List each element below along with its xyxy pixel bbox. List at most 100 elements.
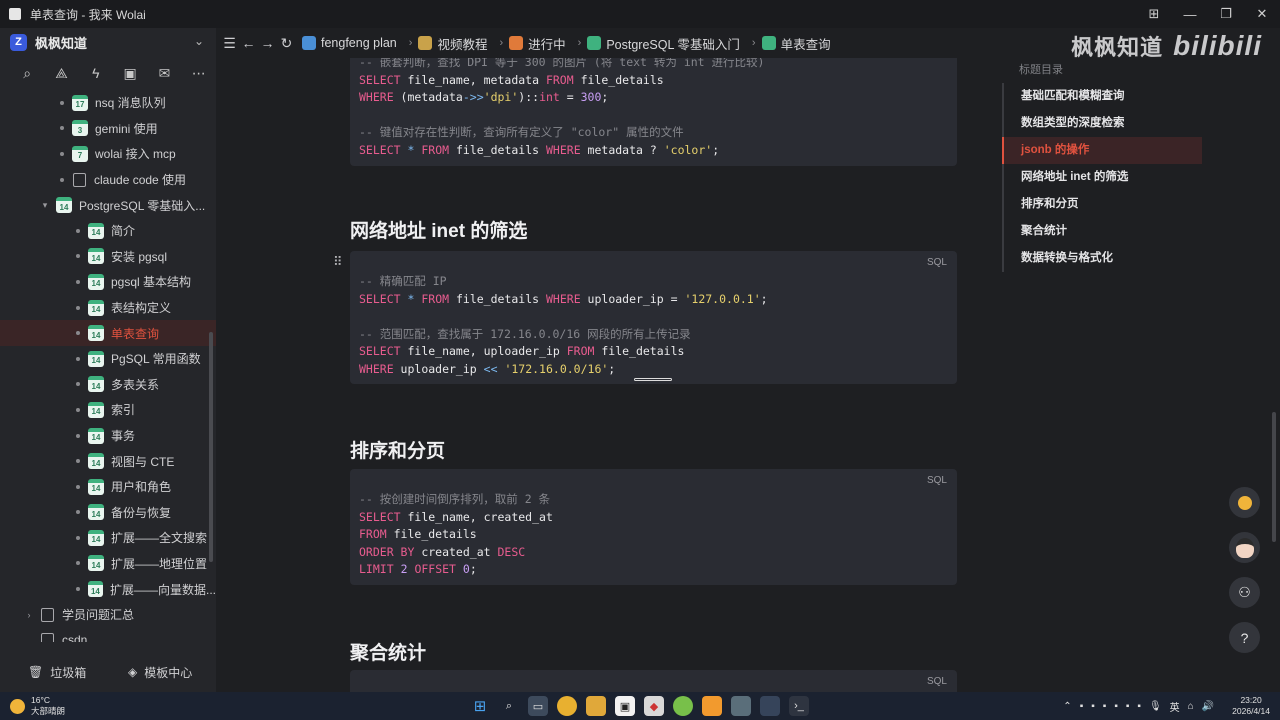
chevron-down-icon[interactable]: ⌄ xyxy=(194,34,204,48)
content-scrollbar[interactable] xyxy=(1272,412,1276,542)
lightning-icon[interactable]: ϟ xyxy=(79,65,113,81)
tree-item[interactable]: 14 视图与 CTE xyxy=(0,448,216,474)
ime-indicator[interactable]: 英 xyxy=(1170,699,1180,714)
tree-item[interactable]: 14 扩展——地理位置 xyxy=(0,551,216,577)
toc-item[interactable]: 数据转换与格式化 xyxy=(1002,245,1202,272)
toc-item[interactable]: 排序和分页 xyxy=(1002,191,1202,218)
code-token: OFFSET xyxy=(414,562,456,576)
tray-app-icon[interactable]: ▪ xyxy=(1126,701,1130,712)
tree-item[interactable]: 14 简介 xyxy=(0,218,216,244)
code-language-tag[interactable]: SQL xyxy=(927,257,947,268)
tree-item[interactable]: 14 备份与恢复 xyxy=(0,500,216,526)
sidebar-scrollbar[interactable] xyxy=(209,332,213,562)
caret-down-icon[interactable]: ▾ xyxy=(40,200,50,211)
toc-item[interactable]: 网络地址 inet 的筛选 xyxy=(1002,164,1202,191)
close-button[interactable]: ✕ xyxy=(1244,0,1280,28)
minimize-button[interactable]: — xyxy=(1172,0,1208,28)
toc-item[interactable]: 聚合统计 xyxy=(1002,218,1202,245)
toc-item[interactable]: jsonb 的操作 xyxy=(1002,137,1202,164)
coin-icon[interactable] xyxy=(1229,487,1260,518)
caret-right-icon[interactable]: › xyxy=(24,610,34,620)
tree-item[interactable]: 14 pgsql 基本结构 xyxy=(0,269,216,295)
network-icon[interactable]: ⌂ xyxy=(1188,701,1194,712)
tree-item[interactable]: 14 表结构定义 xyxy=(0,295,216,321)
tree-item[interactable]: 14 安装 pgsql xyxy=(0,244,216,270)
breadcrumb-item[interactable]: › 进行中 xyxy=(493,34,566,53)
ai-assistant-icon[interactable]: ⚇ xyxy=(1229,577,1260,608)
code-token: ->> xyxy=(462,90,484,104)
weather-widget[interactable]: 16°C 大部晴朗 xyxy=(10,695,65,717)
app-icon-orange[interactable] xyxy=(702,696,722,716)
tray-app-icon[interactable]: ▪ xyxy=(1091,701,1095,712)
volume-icon[interactable]: 🔊 xyxy=(1202,701,1214,712)
tree-item[interactable]: 14 扩展——向量数据... xyxy=(0,576,216,602)
code-block-agg[interactable]: SQL xyxy=(350,670,957,692)
tree-item[interactable]: 14 多表关系 xyxy=(0,372,216,398)
code-block-sort[interactable]: SQL -- 按创建时间倒序排列，取前 2 条 SELECT file_name,… xyxy=(350,469,957,585)
bullet-icon xyxy=(76,433,80,438)
app-icon-photo[interactable] xyxy=(731,696,751,716)
graph-icon[interactable]: ⟁ xyxy=(44,65,78,82)
breadcrumb-item[interactable]: › 视频教程 xyxy=(403,34,487,53)
tray-chevron-icon[interactable]: ⌃ xyxy=(1063,701,1071,712)
table-of-contents: 标题目录 基础匹配和模糊查询 数组类型的深度检索 jsonb 的操作 网络地址 ine… xyxy=(1002,58,1202,272)
tree-item[interactable]: claude code 使用 xyxy=(0,167,216,193)
breadcrumb-item[interactable]: › PostgreSQL 零基础入门 xyxy=(572,34,740,53)
grid-icon[interactable]: ⊞ xyxy=(1136,0,1172,28)
clock[interactable]: 23:20 2026/4/14 xyxy=(1232,695,1270,717)
wolai-app-icon[interactable]: ▣ xyxy=(615,696,635,716)
toc-item[interactable]: 数组类型的深度检索 xyxy=(1002,110,1202,137)
breadcrumb-item[interactable]: fengfeng plan xyxy=(302,36,397,50)
tree-item[interactable]: 14 事务 xyxy=(0,423,216,449)
search-icon[interactable]: ⌕ xyxy=(10,65,44,82)
search-icon[interactable]: ⌕ xyxy=(499,696,519,716)
tree-item[interactable]: 14 单表查询 xyxy=(0,320,216,346)
code-token: ; xyxy=(469,562,477,576)
tree-item-label: 视图与 CTE xyxy=(111,454,175,469)
chrome-icon[interactable] xyxy=(557,696,577,716)
forward-arrow-icon[interactable]: → xyxy=(258,35,277,51)
page-icon xyxy=(587,36,602,50)
tree-item[interactable]: 3 gemini 使用 xyxy=(0,116,216,142)
windows-start-icon[interactable]: ⊞ xyxy=(470,696,490,716)
code-block-jsonb[interactable]: -- 嵌套判断，查找 DPI 等于 300 的图片 (将 text 转为 int… xyxy=(350,58,957,166)
refresh-icon[interactable]: ↻ xyxy=(277,35,296,52)
inbox-icon[interactable]: ✉ xyxy=(147,65,181,82)
maximize-button[interactable]: ❐ xyxy=(1208,0,1244,28)
tray-app-icon[interactable]: ▪ xyxy=(1137,701,1141,712)
back-arrow-icon[interactable]: ← xyxy=(239,35,258,51)
menu-icon[interactable]: ☰ xyxy=(220,35,239,52)
avatar[interactable] xyxy=(1229,532,1260,563)
breadcrumb-item[interactable]: › 单表查询 xyxy=(746,34,831,53)
trash-button[interactable]: 🗑 垃圾箱 xyxy=(28,664,86,681)
tray-app-icon[interactable]: ▪ xyxy=(1114,701,1118,712)
terminal-icon[interactable]: ›_ xyxy=(789,696,809,716)
drag-handle-icon[interactable]: ⠿ xyxy=(333,254,343,270)
more-icon[interactable]: ⋯ xyxy=(182,65,216,82)
tree-item[interactable]: 14 索引 xyxy=(0,397,216,423)
code-language-tag[interactable]: SQL xyxy=(927,676,947,687)
folder-icon[interactable] xyxy=(586,696,606,716)
app-icon-red[interactable]: ◆ xyxy=(644,696,664,716)
tree-item[interactable]: 14 PgSQL 常用函数 xyxy=(0,346,216,372)
tree-item[interactable]: 14 用户和角色 xyxy=(0,474,216,500)
tray-app-icon[interactable]: ▪ xyxy=(1103,701,1107,712)
tree-item[interactable]: ▾ 14 PostgreSQL 零基础入... xyxy=(0,192,216,218)
app-icon-go[interactable] xyxy=(760,696,780,716)
tree-item[interactable]: 14 扩展——全文搜索 xyxy=(0,525,216,551)
app-icon-green[interactable] xyxy=(673,696,693,716)
tree-item[interactable]: 17 nsq 消息队列 xyxy=(0,90,216,116)
task-view-icon[interactable]: ▭ xyxy=(528,696,548,716)
toc-item[interactable]: 基础匹配和模糊查询 xyxy=(1002,83,1202,110)
tree-item[interactable]: csdn xyxy=(0,627,216,642)
code-block-inet[interactable]: SQL -- 精确匹配 IP SELECT * FROM file_details… xyxy=(350,251,957,384)
workspace-switcher[interactable]: Z 枫枫知道 ⌄ xyxy=(0,28,216,56)
tree-item[interactable]: › 学员问题汇总 xyxy=(0,602,216,628)
tray-app-icon[interactable]: ▪ xyxy=(1080,701,1084,712)
tree-item[interactable]: 7 wolai 接入 mcp xyxy=(0,141,216,167)
code-language-tag[interactable]: SQL xyxy=(927,475,947,486)
microphone-icon[interactable]: 🎙 xyxy=(1149,701,1162,712)
help-icon[interactable]: ? xyxy=(1229,622,1260,653)
calendar-icon[interactable]: ▣ xyxy=(113,65,147,82)
template-center-button[interactable]: ◈ 模板中心 xyxy=(128,664,192,681)
